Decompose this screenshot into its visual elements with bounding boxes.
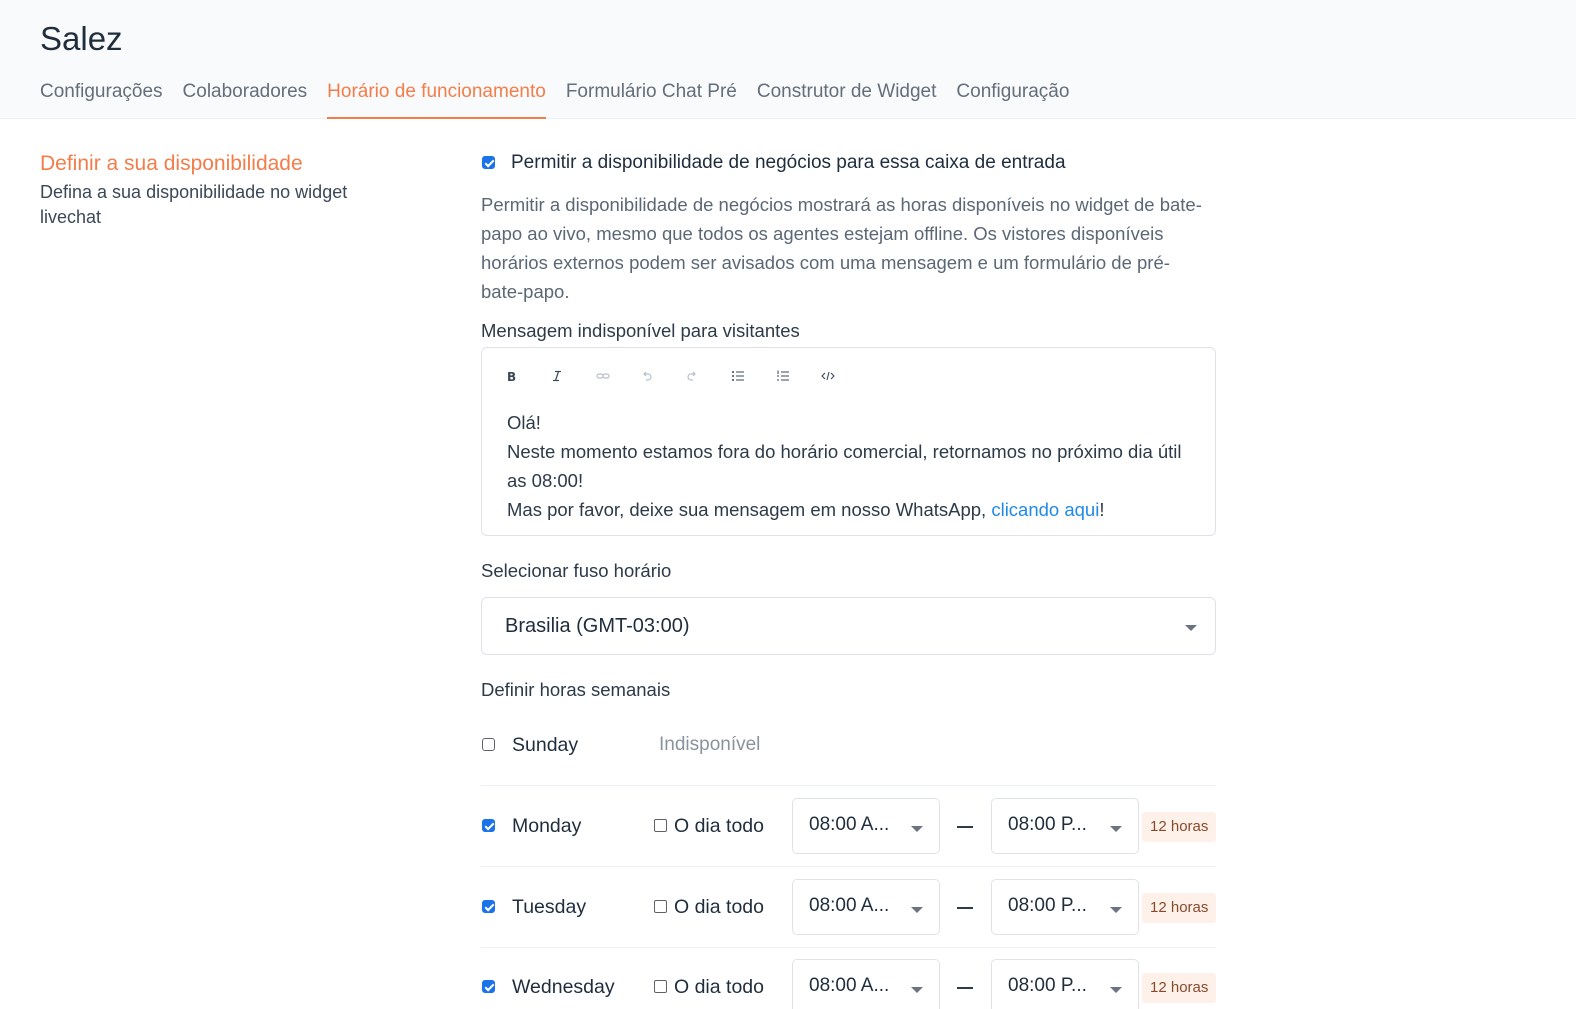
timezone-label: Selecionar fuso horário — [481, 560, 672, 581]
close-time-value: 08:00 P... — [1008, 975, 1087, 996]
availability-help-text: Permitir a disponibilidade de negócios m… — [481, 194, 1202, 302]
timezone-value: Brasilia (GMT-03:00) — [505, 615, 690, 637]
close-time-select[interactable]: 08:00 P... — [991, 879, 1139, 935]
tab-formulario-chat-pre[interactable]: Formulário Chat Pré — [566, 78, 737, 119]
settings-tabs: Configurações Colaboradores Horário de f… — [40, 78, 1089, 119]
unavailable-label: Indisponível — [659, 734, 761, 755]
all-day-checkbox[interactable] — [654, 900, 667, 913]
message-text: ! — [1099, 499, 1105, 520]
close-time-value: 08:00 P... — [1008, 814, 1087, 835]
all-day-checkbox[interactable] — [654, 980, 667, 993]
tab-configuracoes[interactable]: Configurações — [40, 78, 163, 119]
message-text: Mas por favor, deixe sua mensagem em nos… — [507, 499, 992, 520]
timezone-select[interactable]: Brasilia (GMT-03:00) — [481, 597, 1216, 655]
close-time-select[interactable]: 08:00 P... — [991, 959, 1139, 1009]
day-checkbox-tuesday[interactable] — [482, 900, 495, 913]
message-line: Olá! — [507, 412, 541, 433]
undo-icon[interactable] — [635, 364, 680, 388]
editor-content[interactable]: Olá! Neste momento estamos fora do horár… — [507, 408, 1197, 524]
hours-badge: 12 horas — [1142, 812, 1216, 842]
chevron-down-icon — [911, 907, 923, 913]
svg-text:B: B — [507, 370, 516, 382]
bullet-list-icon[interactable] — [725, 364, 770, 388]
chevron-down-icon — [1185, 625, 1197, 631]
time-separator — [957, 987, 973, 989]
whatsapp-link[interactable]: clicando aqui — [991, 499, 1099, 520]
time-separator — [957, 907, 973, 909]
message-line: Neste momento estamos fora do horário co… — [507, 441, 1182, 491]
section-description: Defina a sua disponibilidade no widget l… — [40, 182, 348, 227]
redo-icon[interactable] — [680, 364, 725, 388]
tab-construtor-de-widget[interactable]: Construtor de Widget — [757, 78, 937, 119]
open-time-value: 08:00 A... — [809, 975, 890, 996]
tab-horario-de-funcionamento[interactable]: Horário de funcionamento — [327, 78, 546, 119]
open-time-select[interactable]: 08:00 A... — [792, 798, 940, 854]
chevron-down-icon — [1110, 987, 1122, 993]
chevron-down-icon — [1110, 826, 1122, 832]
day-name: Sunday — [512, 734, 579, 756]
link-icon[interactable] — [590, 364, 635, 388]
tab-colaboradores[interactable]: Colaboradores — [183, 78, 308, 119]
day-row-sunday: Sunday Indisponível — [481, 705, 1216, 786]
close-time-select[interactable]: 08:00 P... — [991, 798, 1139, 854]
enable-availability-label: Permitir a disponibilidade de negócios p… — [511, 152, 1066, 173]
all-day-label: O dia todo — [674, 976, 764, 998]
editor-toolbar: B — [500, 364, 860, 388]
hours-badge: 12 horas — [1142, 973, 1216, 1003]
day-checkbox-monday[interactable] — [482, 819, 495, 832]
code-icon[interactable] — [815, 364, 860, 388]
page-header: Salez Configurações Colaboradores Horári… — [0, 0, 1576, 119]
chevron-down-icon — [1110, 907, 1122, 913]
italic-icon[interactable] — [545, 364, 590, 388]
day-name: Monday — [512, 815, 582, 837]
chevron-down-icon — [911, 987, 923, 993]
day-row-tuesday: Tuesday O dia todo 08:00 A... 08:00 P...… — [481, 867, 1216, 948]
bold-icon[interactable]: B — [500, 364, 545, 388]
day-row-wednesday: Wednesday O dia todo 08:00 A... 08:00 P.… — [481, 947, 1216, 1009]
ordered-list-icon[interactable] — [770, 364, 815, 388]
close-time-value: 08:00 P... — [1008, 895, 1087, 916]
open-time-value: 08:00 A... — [809, 895, 890, 916]
weekly-hours-label: Definir horas semanais — [481, 679, 671, 700]
message-editor[interactable]: B Olá! Neste momento estamos fora do hor… — [481, 347, 1216, 536]
section-title: Definir a sua disponibilidade — [40, 152, 303, 175]
all-day-label: O dia todo — [674, 815, 764, 837]
open-time-select[interactable]: 08:00 A... — [792, 879, 940, 935]
hours-badge: 12 horas — [1142, 893, 1216, 923]
open-time-value: 08:00 A... — [809, 814, 890, 835]
page-title: Salez — [40, 20, 123, 57]
day-name: Wednesday — [512, 976, 615, 998]
message-line: Mas por favor, deixe sua mensagem em nos… — [507, 495, 1197, 524]
all-day-checkbox[interactable] — [654, 819, 667, 832]
all-day-label: O dia todo — [674, 896, 764, 918]
enable-availability-checkbox[interactable] — [482, 156, 495, 169]
day-name: Tuesday — [512, 896, 587, 918]
day-checkbox-sunday[interactable] — [482, 738, 495, 751]
unavailable-message-label: Mensagem indisponível para visitantes — [481, 320, 800, 341]
open-time-select[interactable]: 08:00 A... — [792, 959, 940, 1009]
day-row-monday: Monday O dia todo 08:00 A... 08:00 P... … — [481, 786, 1216, 867]
time-separator — [957, 826, 973, 828]
chevron-down-icon — [911, 826, 923, 832]
tab-configuracao[interactable]: Configuração — [956, 78, 1069, 119]
day-checkbox-wednesday[interactable] — [482, 980, 495, 993]
